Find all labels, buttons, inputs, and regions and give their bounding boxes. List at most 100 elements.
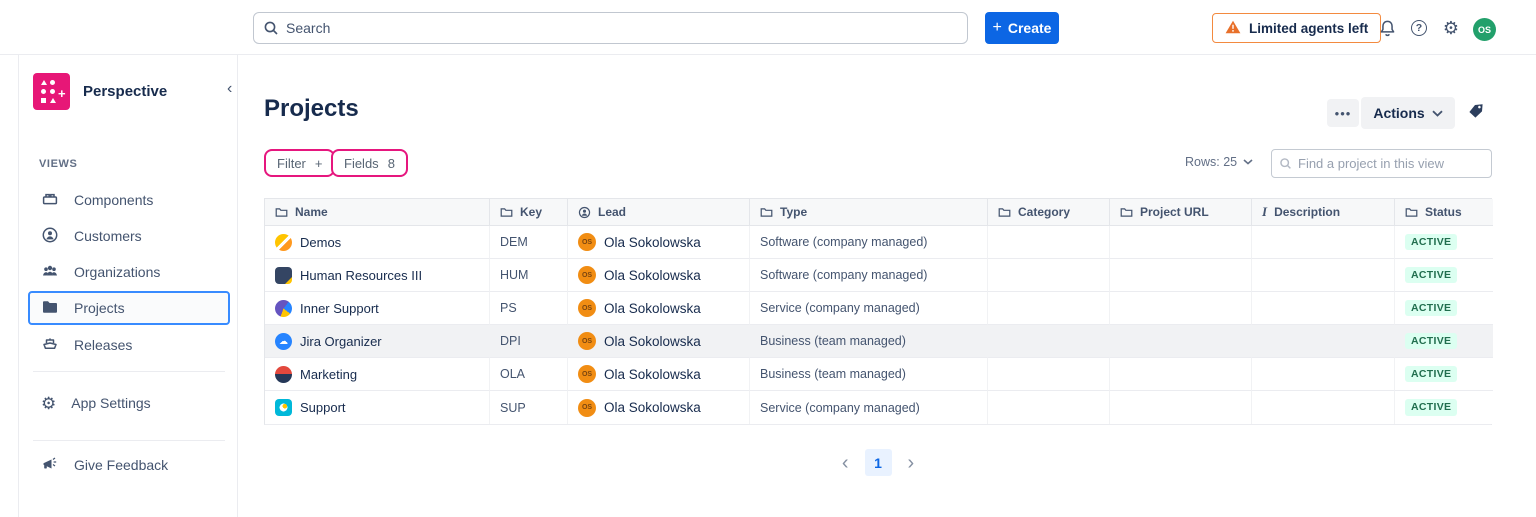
megaphone-icon: [41, 455, 59, 476]
component-icon: [41, 190, 59, 211]
cell-key: SUP: [490, 391, 568, 424]
search-icon: [263, 20, 279, 41]
column-header-name[interactable]: Name: [265, 199, 490, 226]
fields-label: Fields: [344, 156, 379, 171]
cell-description: [1252, 325, 1395, 358]
sidebar-item-organizations[interactable]: Organizations: [28, 255, 230, 289]
rows-per-page-select[interactable]: Rows: 25: [1185, 155, 1253, 169]
gear-icon: ⚙: [41, 395, 56, 412]
limited-agents-button[interactable]: Limited agents left: [1212, 13, 1381, 43]
sidebar-item-label: Components: [74, 192, 153, 208]
cell-lead: OS Ola Sokolowska: [568, 391, 750, 424]
sidebar-item-label: Organizations: [74, 264, 160, 280]
cell-description: [1252, 259, 1395, 292]
create-button[interactable]: + Create: [985, 12, 1059, 44]
global-search-input[interactable]: [253, 12, 968, 44]
actions-button[interactable]: Actions: [1361, 97, 1455, 129]
cell-key: DEM: [490, 226, 568, 259]
column-header-status[interactable]: Status: [1395, 199, 1493, 226]
cell-project-url: [1110, 292, 1252, 325]
sidebar-item-app-settings[interactable]: ⚙ App Settings: [28, 386, 230, 420]
cell-description: [1252, 391, 1395, 424]
sidebar-item-releases[interactable]: Releases: [28, 328, 230, 362]
lead-avatar: OS: [578, 299, 596, 317]
cell-name[interactable]: Human Resources III: [265, 259, 490, 292]
chevron-down-icon: [1432, 110, 1443, 117]
sidebar-item-label: App Settings: [71, 395, 150, 411]
cell-status: ACTIVE: [1395, 325, 1493, 358]
projects-table: Name Key Lead Type Category Project URL …: [264, 198, 1492, 425]
status-badge: ACTIVE: [1405, 366, 1457, 383]
folder-icon: [275, 206, 288, 219]
search-icon: [1279, 157, 1292, 175]
settings-gear-icon[interactable]: ⚙: [1440, 17, 1462, 39]
cell-description: [1252, 292, 1395, 325]
sidebar-item-label: Give Feedback: [74, 457, 168, 473]
bookmark-tag-icon[interactable]: [1466, 101, 1486, 126]
help-icon[interactable]: ?: [1408, 17, 1430, 39]
previous-page-icon[interactable]: ‹: [842, 453, 849, 473]
sidebar-item-projects[interactable]: Projects: [28, 291, 230, 325]
cell-name[interactable]: Inner Support: [265, 292, 490, 325]
cell-description: [1252, 226, 1395, 259]
filter-label: Filter: [277, 156, 306, 171]
sidebar-item-customers[interactable]: Customers: [28, 219, 230, 253]
status-badge: ACTIVE: [1405, 234, 1457, 251]
folder-icon: [1120, 206, 1133, 219]
cell-type: Software (company managed): [750, 259, 988, 292]
status-badge: ACTIVE: [1405, 399, 1457, 416]
folder-icon: [41, 298, 59, 319]
cell-category: [988, 391, 1110, 424]
notifications-bell-icon[interactable]: [1376, 17, 1398, 39]
cell-name[interactable]: Support: [265, 391, 490, 424]
sidebar-divider: [33, 371, 225, 372]
cell-status: ACTIVE: [1395, 226, 1493, 259]
project-icon: [275, 300, 292, 317]
column-header-project-url[interactable]: Project URL: [1110, 199, 1252, 226]
cell-name[interactable]: ☁ Jira Organizer: [265, 325, 490, 358]
cell-key: PS: [490, 292, 568, 325]
sidebar-item-give-feedback[interactable]: Give Feedback: [28, 448, 230, 482]
cell-project-url: [1110, 226, 1252, 259]
column-header-category[interactable]: Category: [988, 199, 1110, 226]
cell-category: [988, 259, 1110, 292]
sidebar-item-label: Customers: [74, 228, 142, 244]
user-avatar[interactable]: OS: [1473, 18, 1496, 41]
page-number[interactable]: 1: [865, 449, 892, 476]
sidebar-collapse-icon[interactable]: ‹: [227, 81, 232, 97]
column-header-lead[interactable]: Lead: [568, 199, 750, 226]
cell-project-url: [1110, 391, 1252, 424]
cell-type: Service (company managed): [750, 391, 988, 424]
cell-name[interactable]: Demos: [265, 226, 490, 259]
cell-lead: OS Ola Sokolowska: [568, 325, 750, 358]
folder-icon: [500, 206, 513, 219]
find-project-input[interactable]: [1271, 149, 1492, 178]
cell-lead: OS Ola Sokolowska: [568, 358, 750, 391]
column-header-key[interactable]: Key: [490, 199, 568, 226]
status-badge: ACTIVE: [1405, 267, 1457, 284]
cell-key: DPI: [490, 325, 568, 358]
more-options-button[interactable]: •••: [1327, 99, 1359, 127]
fields-pill-button[interactable]: Fields 8: [331, 149, 408, 177]
filter-pill-button[interactable]: Filter +: [264, 149, 335, 177]
column-header-description[interactable]: I Description: [1252, 199, 1395, 226]
cell-category: [988, 358, 1110, 391]
cell-status: ACTIVE: [1395, 391, 1493, 424]
lead-avatar: OS: [578, 399, 596, 417]
status-badge: ACTIVE: [1405, 333, 1457, 350]
folder-icon: [998, 206, 1011, 219]
create-button-label: Create: [1008, 20, 1052, 36]
cell-name[interactable]: Marketing: [265, 358, 490, 391]
next-page-icon[interactable]: ›: [908, 453, 915, 473]
sidebar-item-label: Releases: [74, 337, 132, 353]
project-icon: ☁: [275, 333, 292, 350]
cell-category: [988, 226, 1110, 259]
sidebar-item-components[interactable]: Components: [28, 183, 230, 217]
sidebar: + Perspective ‹ VIEWS Components Custome…: [18, 55, 238, 517]
cell-type: Business (team managed): [750, 325, 988, 358]
column-header-type[interactable]: Type: [750, 199, 988, 226]
project-icon: [275, 234, 292, 251]
plus-icon: +: [315, 156, 323, 171]
project-icon: [275, 399, 292, 416]
customer-icon: [41, 226, 59, 247]
